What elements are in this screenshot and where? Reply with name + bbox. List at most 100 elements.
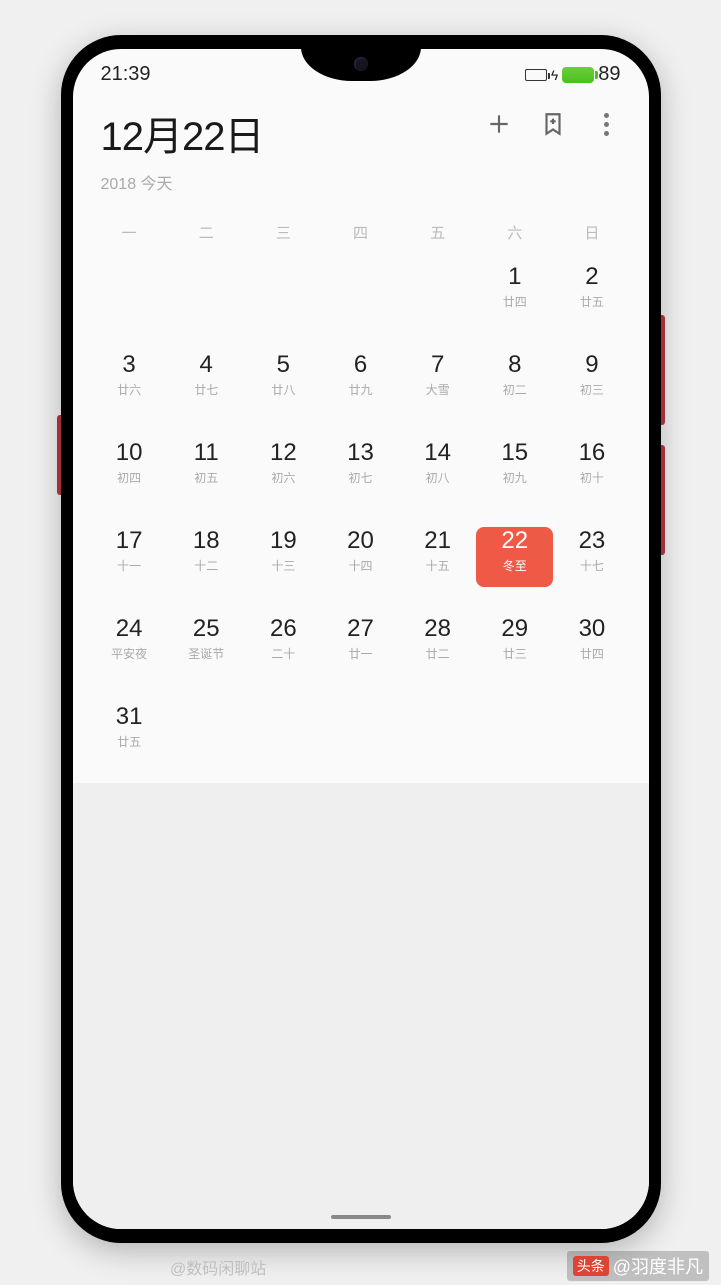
day-cell[interactable]: 2 廿五 bbox=[553, 263, 630, 323]
day-cell[interactable]: 15 初九 bbox=[476, 439, 553, 499]
day-number: 8 bbox=[508, 351, 521, 379]
day-number: 11 bbox=[194, 439, 219, 467]
day-cell[interactable]: 28 廿二 bbox=[399, 615, 476, 675]
day-cell[interactable]: 5廿八 bbox=[245, 351, 322, 411]
day-number: 28 bbox=[424, 615, 451, 643]
day-lunar: 廿六 bbox=[117, 381, 141, 398]
weekday-label: 六 bbox=[476, 222, 553, 243]
page-title: 12月22日 bbox=[101, 104, 485, 162]
day-cell[interactable]: 8初二 bbox=[476, 351, 553, 411]
day-cell[interactable]: 29廿三 bbox=[476, 615, 553, 675]
day-number: 19 bbox=[270, 527, 297, 555]
day-cell[interactable]: 19 十三 bbox=[245, 527, 322, 587]
day-number: 5 bbox=[277, 351, 290, 379]
day-number: 14 bbox=[424, 439, 451, 467]
plus-icon bbox=[486, 111, 512, 137]
status-right: ϟ 89 bbox=[525, 63, 621, 86]
day-number: 31 bbox=[116, 703, 143, 731]
day-cell[interactable]: 26二十 bbox=[245, 615, 322, 675]
day-cell[interactable]: 31廿五 bbox=[91, 703, 168, 763]
more-vertical-icon bbox=[604, 113, 609, 136]
day-cell[interactable]: 21十五 bbox=[399, 527, 476, 587]
watermark-left: @数码闲聊站 bbox=[170, 1255, 266, 1279]
day-number: 1 bbox=[508, 263, 521, 291]
day-number: 15 bbox=[501, 439, 528, 467]
day-lunar: 廿九 bbox=[348, 381, 372, 398]
day-cell[interactable]: 3 廿六 bbox=[91, 351, 168, 411]
day-cell[interactable]: 24平安夜 bbox=[91, 615, 168, 675]
weekday-label: 五 bbox=[399, 222, 476, 243]
more-button[interactable] bbox=[593, 110, 621, 138]
weekday-row: 一 二 三 四 五 六 日 bbox=[73, 200, 649, 255]
battery-percent: 89 bbox=[598, 63, 620, 86]
day-cell[interactable]: 13初七 bbox=[322, 439, 399, 499]
day-number: 12 bbox=[270, 439, 297, 467]
day-cell[interactable]: 27廿一 bbox=[322, 615, 399, 675]
day-lunar: 初八 bbox=[426, 469, 450, 486]
day-cell[interactable]: 20十四 bbox=[322, 527, 399, 587]
day-cell[interactable]: 1廿四 bbox=[476, 263, 553, 323]
day-cell[interactable]: 6 廿九 bbox=[322, 351, 399, 411]
day-cell[interactable]: 7大雪 bbox=[399, 351, 476, 411]
day-cell[interactable]: 25 圣诞节 bbox=[168, 615, 245, 675]
day-cell[interactable]: 9初三 bbox=[553, 351, 630, 411]
day-lunar: 廿五 bbox=[580, 293, 604, 310]
page-subtitle: 2018 今天 bbox=[101, 170, 485, 194]
day-number: 16 bbox=[579, 439, 606, 467]
day-cell[interactable]: 10 初四 bbox=[91, 439, 168, 499]
day-lunar: 十一 bbox=[117, 557, 141, 574]
day-number: 22 bbox=[501, 527, 528, 555]
day-cell[interactable]: 12 初六 bbox=[245, 439, 322, 499]
bookmark-button[interactable] bbox=[539, 110, 567, 138]
day-cell[interactable]: 30 廿四 bbox=[553, 615, 630, 675]
weekday-label: 二 bbox=[168, 222, 245, 243]
screen: 21:39 ϟ 89 12月22日 2018 今天 bbox=[73, 49, 649, 1229]
watermark-right: 头条@羽度非凡 bbox=[567, 1251, 709, 1281]
day-lunar: 初六 bbox=[271, 469, 295, 486]
day-lunar: 初四 bbox=[117, 469, 141, 486]
battery-fill-icon bbox=[562, 67, 594, 83]
weekday-label: 一 bbox=[91, 222, 168, 243]
bookmark-plus-icon bbox=[540, 111, 566, 137]
day-number: 10 bbox=[116, 439, 143, 467]
day-lunar: 平安夜 bbox=[111, 645, 147, 662]
header-actions bbox=[485, 104, 621, 138]
phone-frame: 21:39 ϟ 89 12月22日 2018 今天 bbox=[61, 35, 661, 1243]
day-lunar: 圣诞节 bbox=[188, 645, 224, 662]
day-lunar: 廿二 bbox=[426, 645, 450, 662]
day-number: 9 bbox=[585, 351, 598, 379]
charging-icon: ϟ bbox=[551, 68, 558, 82]
day-lunar: 十四 bbox=[348, 557, 372, 574]
calendar-grid: 1廿四2廿五3廿六4廿七5廿八6廿九7大雪8初二9初三10初四11初五12初六1… bbox=[73, 255, 649, 763]
day-cell[interactable]: 17十一 bbox=[91, 527, 168, 587]
day-cell[interactable]: 14 初八 bbox=[399, 439, 476, 499]
day-cell[interactable]: 16初十 bbox=[553, 439, 630, 499]
day-number: 27 bbox=[347, 615, 374, 643]
day-number: 2 bbox=[585, 263, 598, 291]
day-cell[interactable]: 18十二 bbox=[168, 527, 245, 587]
weekday-label: 四 bbox=[322, 222, 399, 243]
day-cell[interactable]: 22冬至 bbox=[476, 527, 553, 587]
day-lunar: 十五 bbox=[426, 557, 450, 574]
add-event-button[interactable] bbox=[485, 110, 513, 138]
day-number: 30 bbox=[579, 615, 606, 643]
day-cell[interactable]: 23十七 bbox=[553, 527, 630, 587]
home-indicator[interactable] bbox=[331, 1215, 391, 1219]
day-cell[interactable]: 4廿七 bbox=[168, 351, 245, 411]
day-number: 6 bbox=[354, 351, 367, 379]
day-number: 23 bbox=[579, 527, 606, 555]
day-number: 3 bbox=[122, 351, 135, 379]
title-block: 12月22日 2018 今天 bbox=[101, 104, 485, 194]
weekday-label: 日 bbox=[553, 222, 630, 243]
day-number: 25 bbox=[193, 615, 220, 643]
day-lunar: 廿四 bbox=[580, 645, 604, 662]
day-number: 13 bbox=[347, 439, 374, 467]
day-number: 29 bbox=[501, 615, 528, 643]
day-cell[interactable]: 11初五 bbox=[168, 439, 245, 499]
day-number: 18 bbox=[193, 527, 220, 555]
day-lunar: 初九 bbox=[503, 469, 527, 486]
weekday-label: 三 bbox=[245, 222, 322, 243]
day-number: 4 bbox=[200, 351, 213, 379]
day-lunar: 十三 bbox=[271, 557, 295, 574]
events-area[interactable] bbox=[73, 783, 649, 1229]
